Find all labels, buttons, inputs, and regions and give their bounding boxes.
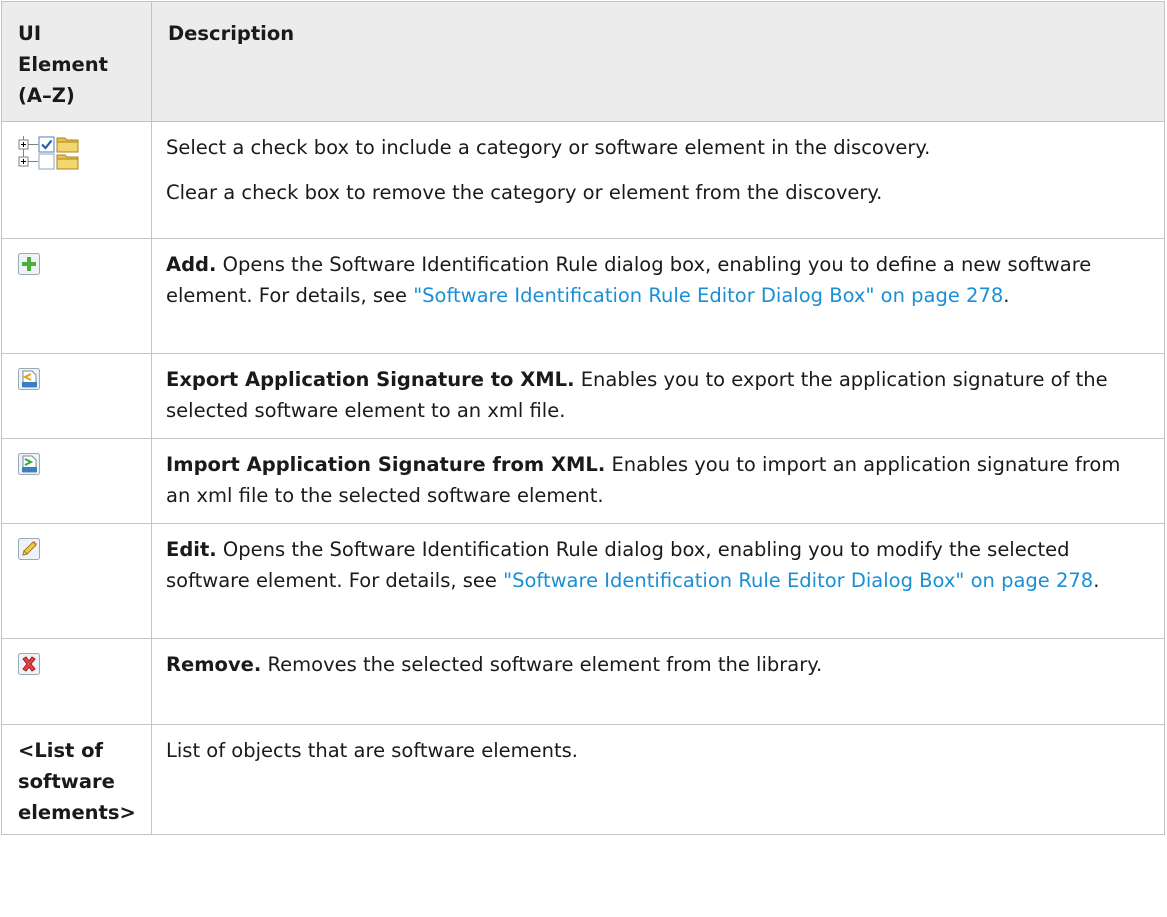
edit-pencil-icon [18, 538, 40, 560]
checked-checkbox-icon [38, 136, 55, 153]
add-icon [18, 253, 40, 275]
folder-icon [56, 154, 79, 170]
element-title: Import Application Signature from XML. [166, 453, 606, 476]
description-cell: Export Application Signature to XML. Ena… [151, 353, 1165, 439]
element-cell [1, 638, 152, 725]
table-header-row: UI Element (A–Z) Description [1, 1, 1165, 122]
element-title: Export Application Signature to XML. [166, 368, 575, 391]
ui-elements-table: UI Element (A–Z) Description Select a ch… [1, 1, 1165, 835]
element-title: Edit. [166, 538, 217, 561]
element-cell [1, 523, 152, 639]
expand-tree-icon [18, 153, 38, 167]
description-text: Clear a check box to remove the category… [166, 181, 883, 204]
tree-checkbox-icons [1, 121, 152, 239]
table-row: Remove. Removes the selected software el… [1, 638, 1165, 725]
description-cell: Remove. Removes the selected software el… [151, 638, 1165, 725]
export-xml-icon [18, 368, 40, 390]
element-cell [1, 438, 152, 524]
cross-reference-link[interactable]: "Software Identification Rule Editor Dia… [503, 569, 1093, 592]
description-text: List of objects that are software elemen… [166, 739, 578, 762]
description-cell: Import Application Signature from XML. E… [151, 438, 1165, 524]
folder-icon [56, 137, 79, 153]
header-ui-element: UI Element (A–Z) [1, 1, 152, 122]
table-row: Import Application Signature from XML. E… [1, 438, 1165, 524]
description-text: Removes the selected software element fr… [261, 653, 823, 676]
element-title: Remove. [166, 653, 262, 676]
element-title: Add. [166, 253, 217, 276]
table-row: Select a check box to include a category… [1, 121, 1165, 239]
remove-icon [18, 653, 40, 675]
header-description: Description [151, 1, 1165, 122]
description-cell: Edit. Opens the Software Identification … [151, 523, 1165, 639]
description-cell: List of objects that are software elemen… [151, 724, 1165, 835]
table-row: Add. Opens the Software Identification R… [1, 238, 1165, 354]
element-name: <List of software elements> [1, 724, 152, 835]
element-cell [1, 238, 152, 354]
description-cell: Add. Opens the Software Identification R… [151, 238, 1165, 354]
table-row: Edit. Opens the Software Identification … [1, 523, 1165, 639]
description-text: Select a check box to include a category… [166, 136, 931, 159]
element-cell [1, 353, 152, 439]
import-xml-icon [18, 453, 40, 475]
expand-tree-icon [18, 136, 38, 153]
description-cell: Select a check box to include a category… [151, 121, 1165, 239]
unchecked-checkbox-icon [38, 153, 55, 170]
table-row: <List of software elements> List of obje… [1, 724, 1165, 835]
cross-reference-link[interactable]: "Software Identification Rule Editor Dia… [413, 284, 1003, 307]
table-row: Export Application Signature to XML. Ena… [1, 353, 1165, 439]
